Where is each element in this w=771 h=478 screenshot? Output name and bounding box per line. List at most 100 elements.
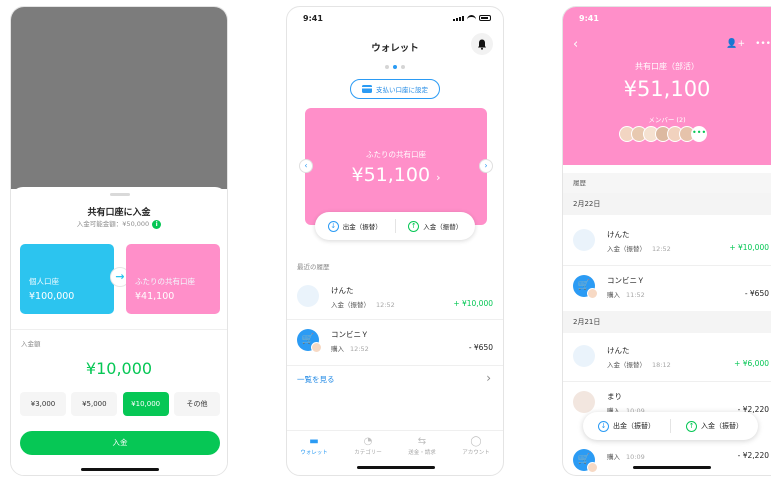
tx-name: けんた bbox=[331, 286, 354, 295]
amount-display[interactable]: ¥10,000 bbox=[11, 359, 227, 378]
chip-5000[interactable]: ¥5,000 bbox=[71, 392, 118, 416]
page-dot-active[interactable] bbox=[393, 65, 397, 69]
shared-account-card[interactable]: ふたりの共有口座 ¥51,100 › bbox=[305, 108, 487, 225]
pay-button-label: 支払い口座に設定 bbox=[376, 86, 428, 94]
tx-time: 12:52 bbox=[652, 245, 671, 253]
deposit-sheet-screen: 共有口座に入金 入金可能金額：¥50,000 i 個人口座 ¥100,000 → … bbox=[10, 6, 228, 476]
date-header: 2月21日 bbox=[563, 311, 771, 333]
card-account-name: ふたりの共有口座 bbox=[366, 150, 426, 159]
divider bbox=[11, 329, 227, 330]
tx-name: まり bbox=[607, 392, 622, 401]
tab-label: ウォレット bbox=[300, 450, 328, 456]
member-avatars[interactable]: ••• bbox=[619, 126, 707, 142]
tx-sub: 購入 12:52 bbox=[331, 343, 369, 353]
transaction-row[interactable]: 🛒 コンビニＹ 購入 11:52 - ¥650 bbox=[563, 269, 771, 309]
deposit-button[interactable]: ↑ 入金（振替） bbox=[396, 220, 476, 232]
wallet-screen: 9:41 ウォレット 支払い口座に設定 ふたりの共有口座 ¥51,100 › ‹… bbox=[286, 6, 504, 476]
wifi-icon bbox=[467, 15, 476, 21]
arrow-up-icon: ↑ bbox=[408, 220, 420, 232]
recent-history-label: 最近の履歴 bbox=[297, 263, 330, 271]
tab-category[interactable]: ◔ カテゴリー bbox=[341, 431, 395, 466]
tab-label: アカウント bbox=[462, 450, 490, 456]
tx-name: けんた bbox=[607, 230, 630, 239]
chevron-right-icon[interactable]: › bbox=[486, 371, 491, 385]
tx-type: 入金（振替） bbox=[607, 361, 646, 369]
status-time: 9:41 bbox=[579, 14, 599, 23]
tab-label: カテゴリー bbox=[354, 450, 382, 456]
carousel-prev-icon[interactable]: ‹ bbox=[299, 159, 313, 173]
date-header: 2月22日 bbox=[563, 193, 771, 215]
tx-amount: + ¥6,000 bbox=[734, 359, 769, 368]
more-icon[interactable]: ••• bbox=[755, 39, 771, 49]
chip-other[interactable]: その他 bbox=[173, 392, 220, 416]
page-dot[interactable] bbox=[401, 65, 405, 69]
chip-10000[interactable]: ¥10,000 bbox=[122, 392, 169, 416]
transfer-actions: ↓ 出金（振替） ↑ 入金（振替） bbox=[315, 212, 475, 240]
tx-type: 購入 bbox=[607, 291, 620, 299]
set-payment-account-button[interactable]: 支払い口座に設定 bbox=[350, 79, 440, 99]
deposit-button[interactable]: ↑ 入金（振替） bbox=[671, 420, 758, 432]
page-dot[interactable] bbox=[385, 65, 389, 69]
withdraw-button[interactable]: ↓ 出金（振替） bbox=[583, 420, 670, 432]
available-text: 入金可能金額：¥50,000 bbox=[76, 220, 150, 228]
see-all-link[interactable]: 一覧を見る bbox=[297, 374, 335, 385]
account-name: 共有口座（部活） bbox=[635, 62, 699, 71]
arrow-down-icon: ↓ bbox=[598, 420, 609, 432]
tx-sub: 購入 11:52 bbox=[607, 289, 645, 299]
divider bbox=[563, 381, 771, 382]
carousel-next-icon[interactable]: › bbox=[479, 159, 493, 173]
avatar bbox=[587, 462, 598, 473]
history-label: 履歴 bbox=[563, 173, 771, 193]
battery-icon bbox=[479, 15, 491, 21]
transaction-row[interactable]: けんた 入金（振替） 12:52 + ¥10,000 bbox=[287, 279, 503, 319]
account-amount: ¥100,000 bbox=[29, 291, 75, 302]
account-header: 9:41 ‹ 👤+ ••• 共有口座（部活） ¥51,100 メンバー (2) … bbox=[563, 7, 771, 165]
more-members-icon[interactable]: ••• bbox=[691, 126, 707, 142]
info-icon[interactable]: i bbox=[152, 219, 162, 229]
home-indicator bbox=[633, 466, 711, 469]
tab-account[interactable]: ◯ アカウント bbox=[449, 431, 503, 466]
tx-sub: 入金（振替） 12:52 bbox=[331, 299, 395, 309]
deposit-button[interactable]: 入金 bbox=[20, 431, 220, 455]
account-name: ふたりの共有口座 bbox=[135, 277, 195, 286]
card-amount: ¥51,100 › bbox=[305, 164, 487, 186]
personal-account-card[interactable]: 個人口座 ¥100,000 bbox=[20, 244, 114, 314]
transaction-row[interactable]: 🛒 コンビニＹ 購入 12:52 - ¥650 bbox=[287, 323, 503, 363]
home-indicator bbox=[357, 466, 435, 469]
amount-label: 入金額 bbox=[21, 340, 41, 348]
wallet-icon: ▬ bbox=[309, 436, 319, 447]
tx-time: 11:52 bbox=[626, 291, 645, 299]
card-amount-value: ¥51,100 bbox=[351, 164, 431, 186]
back-icon[interactable]: ‹ bbox=[573, 37, 578, 52]
add-member-icon[interactable]: 👤+ bbox=[726, 39, 745, 49]
tx-amount: - ¥2,220 bbox=[737, 451, 769, 460]
transaction-row[interactable]: けんた 入金（振替） 12:52 + ¥10,000 bbox=[563, 223, 771, 263]
home-indicator bbox=[81, 468, 159, 471]
sheet-grabber[interactable] bbox=[110, 193, 130, 196]
bell-icon[interactable] bbox=[471, 33, 493, 55]
tx-sub: 入金（振替） 18:12 bbox=[607, 359, 671, 369]
shared-account-card[interactable]: ふたりの共有口座 ¥41,100 bbox=[126, 244, 220, 314]
tx-amount: - ¥650 bbox=[744, 289, 769, 298]
account-name: 個人口座 bbox=[29, 277, 59, 286]
status-icons bbox=[453, 15, 491, 21]
withdraw-button[interactable]: ↓ 出金（振替） bbox=[315, 220, 395, 232]
transfer-icon: ⇆ bbox=[417, 436, 427, 447]
avatar bbox=[587, 288, 598, 299]
tab-transfer[interactable]: ⇆ 送金・請求 bbox=[395, 431, 449, 466]
avatar bbox=[297, 285, 319, 307]
tx-time: 12:52 bbox=[376, 301, 395, 309]
chip-3000[interactable]: ¥3,000 bbox=[20, 392, 66, 416]
tab-label: 送金・請求 bbox=[408, 450, 436, 456]
avatar bbox=[573, 229, 595, 251]
transaction-row[interactable]: けんた 入金（振替） 18:12 + ¥6,000 bbox=[563, 339, 771, 379]
tx-name: コンビニＹ bbox=[331, 330, 369, 339]
divider bbox=[563, 265, 771, 266]
chevron-right-icon: › bbox=[436, 171, 441, 184]
dim-overlay[interactable] bbox=[11, 7, 227, 189]
available-amount: 入金可能金額：¥50,000 i bbox=[11, 218, 227, 229]
tab-wallet[interactable]: ▬ ウォレット bbox=[287, 431, 341, 466]
tx-type: 購入 bbox=[607, 453, 620, 461]
tx-time: 18:12 bbox=[652, 361, 671, 369]
transaction-row[interactable]: 🛒 購入 10:09 - ¥2,220 bbox=[563, 443, 771, 475]
